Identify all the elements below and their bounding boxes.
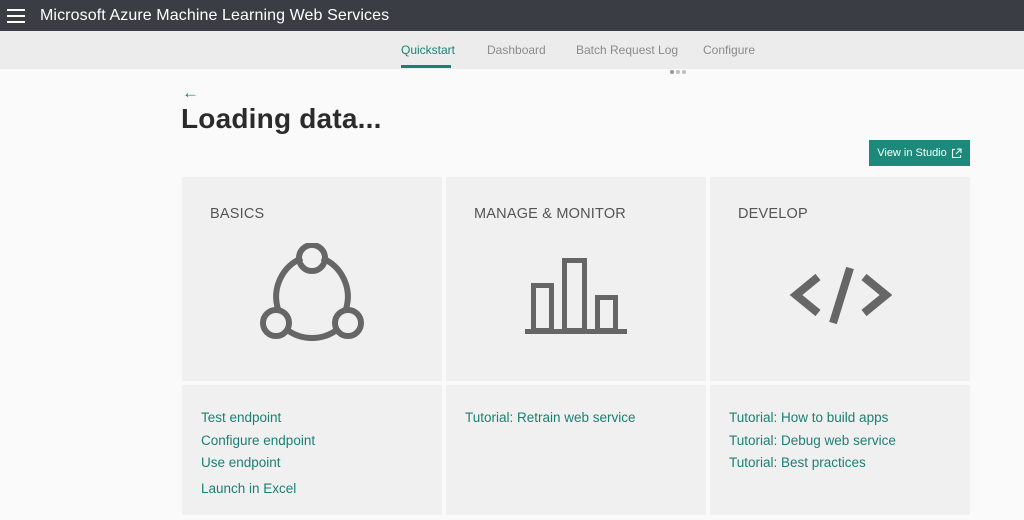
retrain-web-service-link[interactable]: Tutorial: Retrain web service xyxy=(465,407,636,430)
active-tab-indicator xyxy=(401,65,451,68)
how-to-build-apps-link[interactable]: Tutorial: How to build apps xyxy=(729,407,896,430)
hamburger-menu-icon[interactable] xyxy=(7,8,25,23)
tab-dashboard[interactable]: Dashboard xyxy=(487,43,546,57)
tab-quickstart[interactable]: Quickstart xyxy=(401,43,455,57)
launch-in-excel-link[interactable]: Launch in Excel xyxy=(201,478,315,501)
develop-links-card: Tutorial: How to build apps Tutorial: De… xyxy=(710,385,970,515)
bar-chart-icon xyxy=(524,243,628,347)
tab-bar: Quickstart Dashboard Batch Request Log C… xyxy=(0,31,1024,69)
connected-nodes-icon xyxy=(260,242,364,347)
manage-monitor-card: MANAGE & MONITOR xyxy=(446,177,706,381)
page-title: Loading data... xyxy=(181,103,382,134)
debug-web-service-link[interactable]: Tutorial: Debug web service xyxy=(729,430,896,453)
test-endpoint-link[interactable]: Test endpoint xyxy=(201,407,315,430)
loading-dots xyxy=(670,70,686,74)
view-in-studio-button[interactable]: View in Studio xyxy=(869,140,970,166)
basics-link-list: Test endpoint Configure endpoint Use end… xyxy=(201,407,315,500)
view-in-studio-label: View in Studio xyxy=(877,147,947,159)
back-arrow-icon[interactable]: ← xyxy=(182,83,199,103)
basics-card: BASICS xyxy=(182,177,442,381)
basics-links-card: Test endpoint Configure endpoint Use end… xyxy=(182,385,442,515)
card-title: DEVELOP xyxy=(738,206,808,222)
manage-monitor-link-list: Tutorial: Retrain web service xyxy=(465,407,636,430)
app-title: Microsoft Azure Machine Learning Web Ser… xyxy=(40,6,390,24)
card-title: MANAGE & MONITOR xyxy=(474,206,626,222)
develop-card: DEVELOP xyxy=(710,177,970,381)
card-title: BASICS xyxy=(210,206,265,222)
tab-batch-request-log[interactable]: Batch Request Log xyxy=(576,43,678,57)
tab-configure[interactable]: Configure xyxy=(703,43,755,57)
develop-link-list: Tutorial: How to build apps Tutorial: De… xyxy=(729,407,896,475)
configure-endpoint-link[interactable]: Configure endpoint xyxy=(201,430,315,453)
best-practices-link[interactable]: Tutorial: Best practices xyxy=(729,452,896,475)
code-icon xyxy=(788,243,893,347)
use-endpoint-link[interactable]: Use endpoint xyxy=(201,452,315,475)
manage-monitor-links-card: Tutorial: Retrain web service xyxy=(446,385,706,515)
top-bar: Microsoft Azure Machine Learning Web Ser… xyxy=(0,0,1024,31)
external-link-icon xyxy=(951,147,962,159)
